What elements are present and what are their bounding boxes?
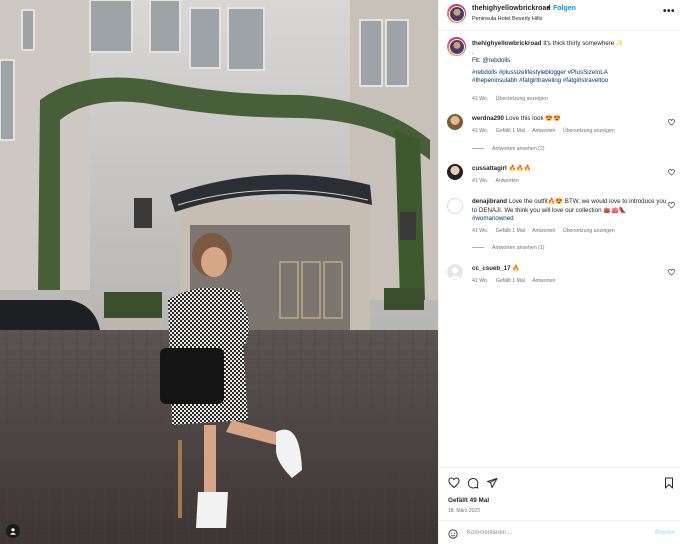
- comment-text: cussattagirl 🔥🔥🔥: [472, 165, 662, 174]
- comment-avatar[interactable]: [447, 198, 463, 214]
- view-replies-button[interactable]: Antworten ansehen (1): [472, 245, 544, 251]
- comment-meta: 41 Wo. Antworten: [472, 178, 525, 184]
- post-side-panel: thehighyellowbrickroad • Folgen Peninsul…: [438, 0, 680, 544]
- comment-likes[interactable]: Gefällt 1 Mal: [496, 228, 525, 234]
- header-separator: •: [547, 5, 550, 12]
- caption-avatar[interactable]: [447, 37, 466, 56]
- likes-count[interactable]: Gefällt 49 Mal: [448, 497, 489, 504]
- comment-meta: 41 Wo. Gefällt 1 Mal Antworten Übersetzu…: [472, 228, 621, 234]
- caption-fit-label: Fit:: [472, 57, 481, 65]
- view-replies-label: Antworten ansehen (1): [492, 245, 545, 251]
- comment-body: Love this look 😍😍: [505, 115, 561, 122]
- comment-username[interactable]: cussattagirl: [472, 165, 507, 172]
- comment-avatar[interactable]: [447, 164, 463, 180]
- caption-body: It's thick thirty somewhere ✨: [543, 40, 624, 47]
- heart-icon[interactable]: [668, 269, 675, 276]
- caption-hashtags-2[interactable]: #thepeninsulabh #fatgirltraveling #fatgi…: [472, 77, 608, 84]
- comment-username[interactable]: cc_csueb_17: [472, 265, 511, 272]
- comment-translate-link[interactable]: Übersetzung anzeigen: [563, 128, 615, 134]
- post-photo[interactable]: [0, 0, 438, 544]
- comment-reply-button[interactable]: Antworten: [532, 228, 555, 234]
- caption-text: thehighyellowbrickroad It's thick thirty…: [472, 40, 672, 86]
- comment-age: 41 Wo.: [472, 128, 489, 134]
- comment-icon[interactable]: [467, 477, 479, 489]
- comments-list[interactable]: thehighyellowbrickroad It's thick thirty…: [439, 31, 680, 467]
- comment-age: 41 Wo.: [472, 278, 489, 284]
- view-replies-button[interactable]: Antworten ansehen (2): [472, 146, 544, 152]
- comment-likes[interactable]: Gefällt 1 Mal: [496, 128, 525, 134]
- caption-hashtags-1[interactable]: #rebdolls #plussizelifestyleblogger #Plu…: [472, 69, 608, 76]
- heart-icon[interactable]: [668, 202, 675, 209]
- comment-reply-button[interactable]: Antworten: [532, 278, 555, 284]
- caption-username[interactable]: thehighyellowbrickroad: [472, 40, 541, 47]
- comment-age: 41 Wo.: [472, 178, 489, 184]
- comment-avatar[interactable]: [447, 114, 463, 130]
- comment-avatar[interactable]: [447, 264, 463, 280]
- comment-username[interactable]: denajibrand: [472, 198, 507, 205]
- comment-text: denajibrand Love the outfit🔥😍 BTW, we wo…: [472, 198, 668, 224]
- post-location[interactable]: Peninsula Hotel Beverly Hills: [472, 16, 542, 22]
- heart-icon[interactable]: [668, 169, 675, 176]
- comment-reply-button[interactable]: Antworten: [532, 128, 555, 134]
- comment-text: werdna290 Love this look 😍😍: [472, 115, 662, 124]
- photo-illustration: [0, 0, 438, 544]
- comment-meta: 41 Wo. Gefällt 1 Mal Antworten: [472, 278, 561, 284]
- share-icon[interactable]: [486, 477, 498, 489]
- more-icon[interactable]: •••: [663, 7, 675, 17]
- caption-dot: .: [472, 48, 474, 56]
- comment-input[interactable]: Kommentieren ...: [467, 530, 513, 536]
- view-replies-label: Antworten ansehen (2): [492, 146, 545, 152]
- post-comment-button[interactable]: Posten: [655, 530, 675, 536]
- follow-button[interactable]: Folgen: [553, 5, 576, 12]
- emoji-icon[interactable]: [448, 529, 458, 539]
- caption-translate-link[interactable]: Übersetzung anzeigen: [496, 96, 548, 102]
- comment-likes[interactable]: Gefällt 1 Mal: [496, 278, 525, 284]
- like-heart-icon[interactable]: [448, 477, 460, 489]
- comment-translate-link[interactable]: Übersetzung anzeigen: [563, 228, 615, 234]
- comment-age: 41 Wo.: [472, 228, 489, 234]
- post-actions: Gefällt 49 Mal 18. März 2023 Kommentiere…: [439, 467, 680, 544]
- author-username[interactable]: thehighyellowbrickroad: [472, 5, 551, 12]
- bookmark-icon[interactable]: [663, 477, 675, 489]
- comment-meta: 41 Wo. Gefällt 1 Mal Antworten Übersetzu…: [472, 128, 621, 134]
- post-date[interactable]: 18. März 2023: [448, 508, 480, 514]
- caption-meta: 41 Wo. Übersetzung anzeigen: [472, 96, 554, 102]
- comment-text: cc_csueb_17 🔥: [472, 265, 662, 274]
- comment-body: 🔥🔥🔥: [508, 165, 532, 172]
- comment-username[interactable]: werdna290: [472, 115, 504, 122]
- heart-icon[interactable]: [668, 119, 675, 126]
- comment-reply-button[interactable]: Antworten: [496, 178, 519, 184]
- caption-fit-tag[interactable]: @rebdolls: [482, 57, 510, 64]
- user-tag-icon[interactable]: [6, 524, 20, 538]
- comment-box: Kommentieren ... Posten: [439, 520, 680, 544]
- caption-age: 41 Wo.: [472, 96, 489, 102]
- post-header: thehighyellowbrickroad • Folgen Peninsul…: [439, 0, 680, 31]
- author-avatar[interactable]: [447, 4, 466, 23]
- comment-body: 🔥: [512, 265, 520, 272]
- comment-hashtag[interactable]: #womanowned: [472, 215, 514, 222]
